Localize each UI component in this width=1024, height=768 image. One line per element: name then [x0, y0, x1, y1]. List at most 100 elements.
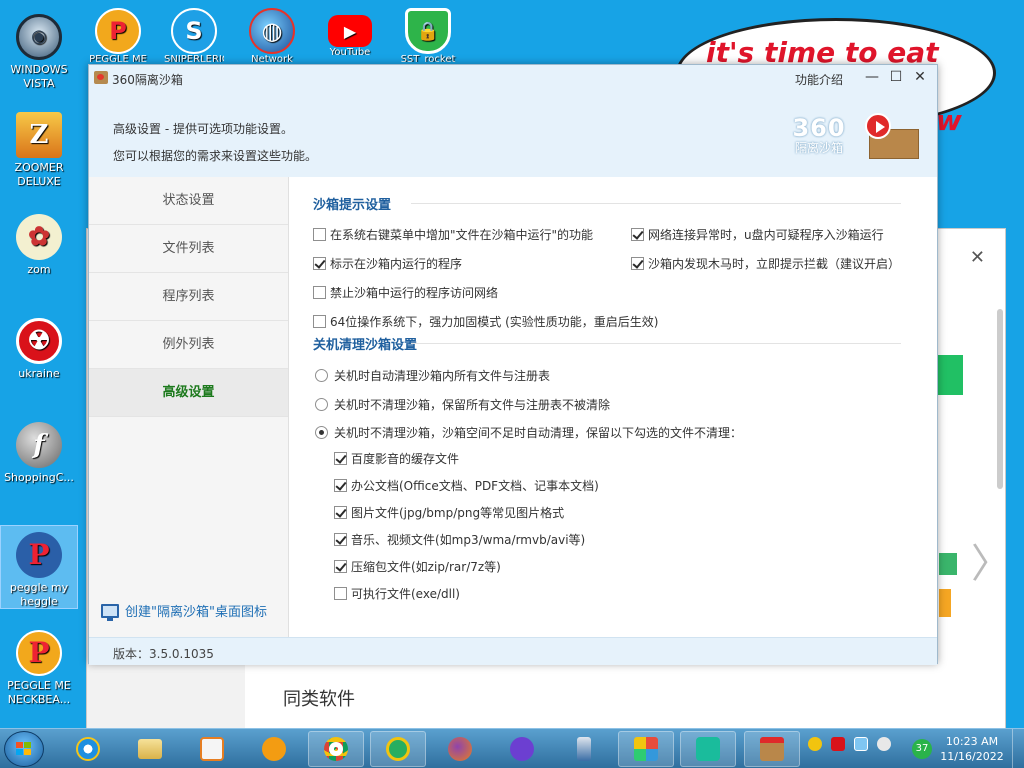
taskbar-360-security[interactable] — [370, 731, 426, 767]
clock-date: 11/16/2022 — [940, 750, 1004, 763]
sidebar-item-exception-list[interactable]: 例外列表 — [89, 321, 288, 369]
taskbar-media-player[interactable] — [184, 731, 240, 767]
option-context-menu[interactable]: 在系统右键菜单中增加"文件在沙箱中运行"的功能 — [313, 226, 593, 243]
radio-button[interactable] — [315, 398, 328, 411]
start-button[interactable] — [4, 731, 44, 767]
radio-clean-all[interactable]: 关机时自动清理沙箱内所有文件与注册表 — [315, 367, 550, 384]
title-bar[interactable]: 360隔离沙箱 功能介绍 — ☐ ✕ — [89, 65, 937, 91]
sidebar-item-program-list[interactable]: 程序列表 — [89, 273, 288, 321]
background-green-button[interactable] — [937, 355, 963, 395]
checkbox[interactable] — [334, 452, 347, 465]
tray-monitor-icon[interactable] — [854, 737, 868, 751]
create-desktop-shortcut-link[interactable]: 创建"隔离沙箱"桌面图标 — [101, 601, 267, 621]
keep-office-docs[interactable]: 办公文档(Office文档、PDF文档、记事本文档) — [334, 477, 599, 494]
checkbox[interactable] — [631, 257, 644, 270]
option-label: 压缩包文件(如zip/rar/7z等) — [351, 560, 501, 574]
checkbox[interactable] — [334, 560, 347, 573]
radiation-icon: ☢ — [16, 318, 62, 364]
keep-media[interactable]: 音乐、视频文件(如mp3/wma/rmvb/avi等) — [334, 531, 585, 548]
keep-baidu-cache[interactable]: 百度影音的缓存文件 — [334, 450, 459, 467]
checkbox[interactable] — [334, 479, 347, 492]
option-trojan-alert[interactable]: 沙箱内发现木马时，立即提示拦截（建议开启） — [631, 255, 900, 272]
desktop-icon-zom[interactable]: ✿ zom — [1, 214, 77, 277]
checkbox[interactable] — [334, 533, 347, 546]
radio-auto-clean[interactable]: 关机时不清理沙箱，沙箱空间不足时自动清理，保留以下勾选的文件不清理： — [315, 424, 742, 441]
desktop-icon-label: ZOOMER DELUXE — [14, 161, 64, 188]
close-button[interactable]: ✕ — [909, 67, 931, 87]
desktop-icon-youtube[interactable]: ▶ YouTube — [320, 8, 380, 55]
taskbar-firefox[interactable] — [432, 731, 488, 767]
desktop-icon-peggle-my-heggle[interactable]: P peggle my heggle — [0, 525, 78, 609]
sandbox-dialog: 360隔离沙箱 功能介绍 — ☐ ✕ 高级设置 - 提供可选项功能设置。 您可以… — [88, 64, 938, 665]
desktop-icon-windows-vista[interactable]: ◉ WINDOWS VISTA — [1, 14, 77, 91]
desktop-icon-label: SST_rocket — [400, 54, 456, 62]
option-mark-sandboxed[interactable]: 标示在沙箱内运行的程序 — [313, 255, 462, 272]
taskbar-pen-app[interactable] — [556, 731, 612, 767]
option-64bit-hardening[interactable]: 64位操作系统下，强力加固模式 (实验性质功能，重启后生效) — [313, 313, 658, 330]
option-label: 可执行文件(exe/dll) — [351, 587, 460, 601]
checkbox[interactable] — [313, 228, 326, 241]
minimize-button[interactable]: — — [861, 67, 883, 87]
checkbox[interactable] — [313, 315, 326, 328]
checkbox[interactable] — [631, 228, 644, 241]
tray-plus-icon[interactable] — [808, 737, 822, 751]
desktop-icon-security[interactable]: 🔒 SST_rocket — [398, 8, 458, 62]
tray-volume-icon[interactable] — [877, 737, 891, 751]
keep-archives[interactable]: 压缩包文件(如zip/rar/7z等) — [334, 558, 501, 575]
option-label: 网络连接异常时，u盘内可疑程序入沙箱运行 — [648, 228, 884, 242]
background-thumbnail — [939, 589, 951, 617]
tray-flag-icon[interactable] — [831, 737, 845, 751]
tray-notification-badge[interactable]: 37 — [912, 739, 932, 759]
background-close-icon[interactable]: ✕ — [970, 247, 985, 268]
taskbar-umbrella-app[interactable] — [680, 731, 736, 767]
plus-shield-icon — [386, 737, 410, 761]
sidebar-item-status[interactable]: 状态设置 — [89, 177, 288, 225]
taskbar-uc-browser[interactable] — [246, 731, 302, 767]
taskbar-360-sandbox[interactable] — [744, 731, 800, 767]
taskbar-chrome[interactable] — [308, 731, 364, 767]
taskbar-file-explorer[interactable] — [122, 731, 178, 767]
desktop-icon-network[interactable]: ◍ Network — [242, 8, 302, 62]
desktop-icon-skype[interactable]: S SNIPERLERIG — [164, 8, 224, 62]
radio-button[interactable] — [315, 369, 328, 382]
desktop-icon-shopping[interactable]: f ShoppingC... — [1, 422, 77, 485]
folder-icon — [138, 739, 162, 759]
background-scrollbar[interactable] — [997, 309, 1003, 489]
taskbar-clock[interactable]: 10:23 AM 11/16/2022 — [940, 734, 1004, 764]
version-label: 版本：3.5.0.1035 — [113, 647, 214, 661]
taskbar-privacy-app[interactable] — [494, 731, 550, 767]
radio-button[interactable] — [315, 426, 328, 439]
radio-keep-all[interactable]: 关机时不清理沙箱，保留所有文件与注册表不被清除 — [315, 396, 610, 413]
taskbar-tile-app[interactable] — [618, 731, 674, 767]
tiles-icon — [634, 737, 658, 761]
mask-icon — [510, 737, 534, 761]
desktop-icon-ukraine[interactable]: ☢ ukraine — [1, 318, 77, 381]
feature-intro-link[interactable]: 功能介绍 — [795, 71, 843, 88]
taskbar-internet-explorer[interactable] — [60, 731, 116, 767]
desktop-icon-zoomer-deluxe[interactable]: Z ZOOMER DELUXE — [1, 112, 77, 189]
show-desktop-button[interactable] — [1012, 729, 1024, 768]
brand-logo-subtitle: 隔离沙箱 — [794, 141, 843, 155]
maximize-button[interactable]: ☐ — [885, 67, 907, 87]
sidebar-item-file-list[interactable]: 文件列表 — [89, 225, 288, 273]
option-block-network[interactable]: 禁止沙箱中运行的程序访问网络 — [313, 284, 498, 301]
skype-icon: S — [171, 8, 217, 54]
checkbox[interactable] — [334, 587, 347, 600]
option-label: 图片文件(jpg/bmp/png等常见图片格式 — [351, 506, 565, 520]
similar-software-heading: 同类软件 — [283, 689, 355, 710]
option-usb-network[interactable]: 网络连接异常时，u盘内可疑程序入沙箱运行 — [631, 226, 884, 243]
firefox-icon — [448, 737, 472, 761]
sandbox-box-icon — [760, 737, 784, 761]
option-label: 百度影音的缓存文件 — [351, 452, 460, 466]
checkbox[interactable] — [313, 257, 326, 270]
checkbox[interactable] — [313, 286, 326, 299]
checkbox[interactable] — [334, 506, 347, 519]
media-player-icon — [200, 737, 224, 761]
keep-images[interactable]: 图片文件(jpg/bmp/png等常见图片格式 — [334, 504, 564, 521]
desktop-icon-peggle-neckbeard[interactable]: P PEGGLE ME NECKBEA... — [1, 630, 77, 707]
chevron-right-icon[interactable]: 〉 — [971, 531, 1011, 589]
desktop-icon-peggle-me[interactable]: P PEGGLE ME — [88, 8, 148, 62]
keep-executables[interactable]: 可执行文件(exe/dll) — [334, 585, 460, 602]
shield-lock-icon: 🔒 — [405, 8, 451, 54]
sidebar-item-advanced[interactable]: 高级设置 — [89, 369, 288, 417]
